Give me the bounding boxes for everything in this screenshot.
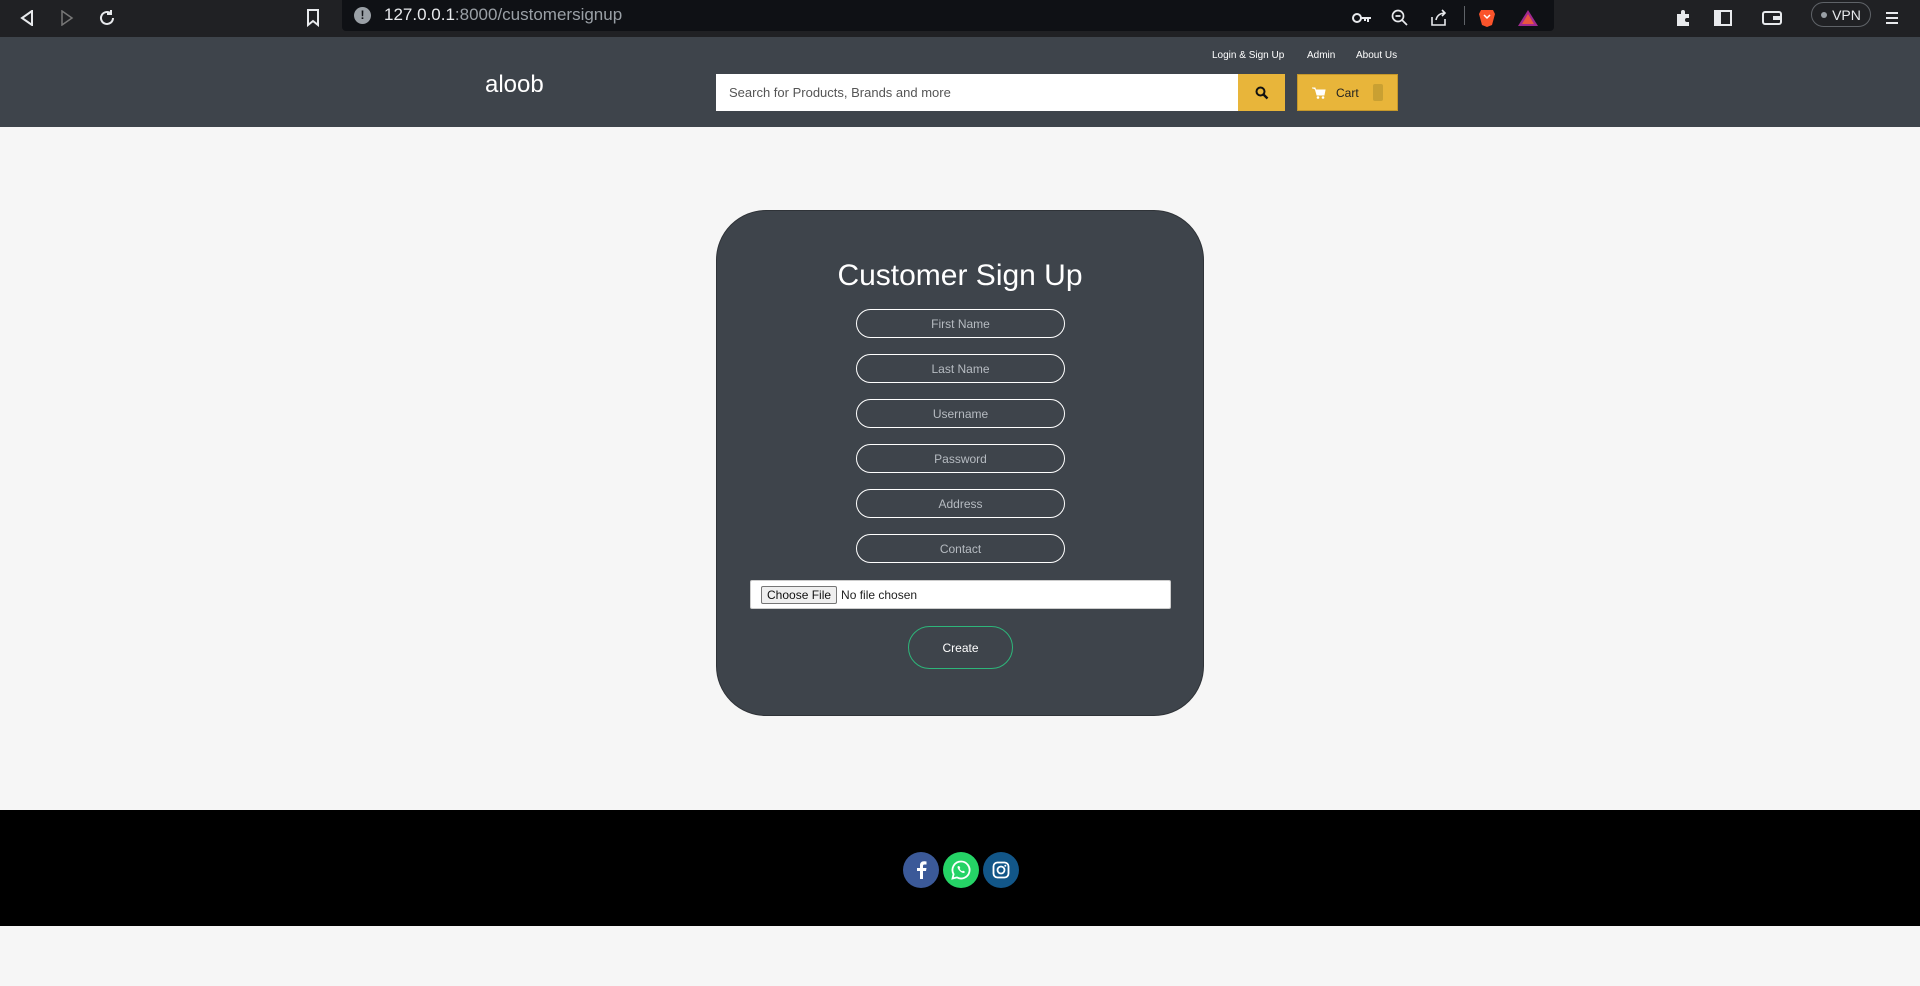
top-nav: Login & Sign Up Admin About Us	[0, 50, 1920, 64]
cart-icon	[1312, 87, 1326, 99]
bookmark-icon[interactable]	[299, 4, 327, 32]
search-button[interactable]	[1238, 74, 1285, 111]
nav-login-signup[interactable]: Login & Sign Up	[1212, 50, 1284, 61]
vpn-label: VPN	[1832, 6, 1861, 23]
back-icon[interactable]	[13, 4, 41, 32]
browser-toolbar: ! 127.0.0.1:8000/customersignup VPN	[0, 0, 1920, 37]
brave-rewards-icon[interactable]	[1514, 4, 1542, 32]
key-icon[interactable]	[1348, 4, 1376, 32]
whatsapp-icon[interactable]	[943, 852, 979, 888]
divider	[1464, 6, 1465, 25]
site-footer	[0, 810, 1920, 926]
site-info-icon[interactable]: !	[354, 7, 371, 24]
forward-icon[interactable]	[53, 4, 81, 32]
share-icon[interactable]	[1425, 4, 1453, 32]
search-input[interactable]	[716, 74, 1238, 111]
file-status: No file chosen	[841, 587, 918, 602]
site-logo[interactable]: aloob	[485, 71, 544, 99]
last-name-field[interactable]	[856, 354, 1065, 383]
brave-shield-icon[interactable]	[1473, 4, 1501, 32]
profile-picture-input: Choose File No file chosen	[750, 580, 1171, 609]
choose-file-button[interactable]: Choose File	[761, 585, 838, 604]
zoom-out-icon[interactable]	[1386, 4, 1414, 32]
nav-about-us[interactable]: About Us	[1356, 50, 1397, 61]
wallet-icon[interactable]	[1758, 4, 1786, 32]
address-bar[interactable]: ! 127.0.0.1:8000/customersignup	[342, 0, 1554, 31]
vpn-button[interactable]: VPN	[1811, 2, 1871, 27]
search-icon	[1255, 86, 1268, 99]
contact-field[interactable]	[856, 534, 1065, 563]
first-name-field[interactable]	[856, 309, 1065, 338]
password-field[interactable]	[856, 444, 1065, 473]
extensions-icon[interactable]	[1669, 4, 1697, 32]
signup-card: Customer Sign Up Choose File No file cho…	[716, 210, 1204, 716]
url-text[interactable]: 127.0.0.1:8000/customersignup	[384, 5, 622, 25]
sidebar-icon[interactable]	[1709, 4, 1737, 32]
instagram-icon[interactable]	[983, 852, 1019, 888]
cart-count-badge	[1372, 84, 1383, 101]
vpn-status-icon	[1821, 11, 1828, 18]
create-button[interactable]: Create	[908, 626, 1013, 669]
cart-label: Cart	[1336, 85, 1359, 100]
reload-icon[interactable]	[93, 4, 121, 32]
site-header: aloob Login & Sign Up Admin About Us Car…	[0, 37, 1920, 127]
cart-button[interactable]: Cart	[1297, 74, 1398, 111]
address-field[interactable]	[856, 489, 1065, 518]
signup-title: Customer Sign Up	[837, 259, 1083, 292]
facebook-icon[interactable]	[903, 852, 939, 888]
username-field[interactable]	[856, 399, 1065, 428]
nav-admin[interactable]: Admin	[1307, 50, 1335, 61]
menu-icon[interactable]	[1878, 4, 1906, 32]
